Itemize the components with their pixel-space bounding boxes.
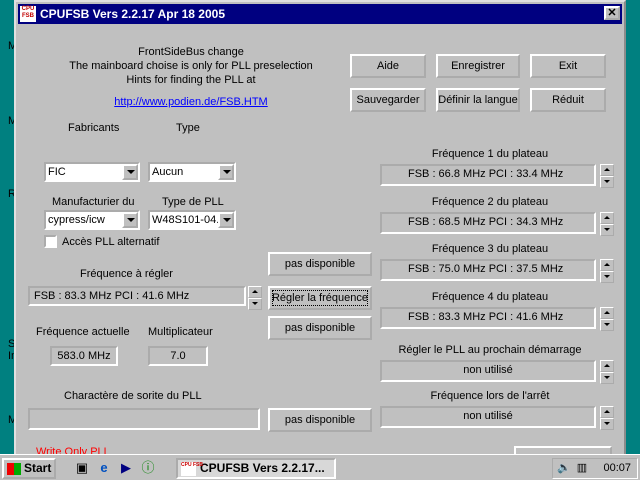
sauvegarder-button[interactable]: Sauvegarder: [350, 88, 426, 112]
type-value: Aucun: [152, 166, 184, 178]
close-button[interactable]: ✕: [604, 6, 620, 20]
system-tray: 🔈 ▥ 00:07: [552, 458, 638, 479]
intro-line-2: The mainboard choise is only for PLL pre…: [69, 60, 313, 72]
plateau2-display: FSB : 68.5 MHz PCI : 34.3 MHz: [380, 212, 596, 234]
fabricant-value: FIC: [48, 166, 66, 178]
title-bar[interactable]: CPU FSB CPUFSB Vers 2.2.17 Apr 18 2005 ✕: [18, 4, 622, 24]
spin-up-icon[interactable]: [600, 212, 614, 224]
intro-line-3: Hints for finding the PLL at: [126, 74, 256, 86]
freq-actuelle-display: 583.0 MHz: [50, 346, 118, 366]
plateau2-label: Fréquence 2 du plateau: [431, 196, 549, 208]
plateau1-display: FSB : 66.8 MHz PCI : 33.4 MHz: [380, 164, 596, 186]
arret-label: Fréquence lors de l'arrêt: [430, 390, 550, 402]
volume-icon[interactable]: 🔈: [557, 461, 571, 475]
show-desktop-icon[interactable]: ▣: [74, 460, 90, 476]
pll-hints-link[interactable]: http://www.podien.de/FSB.HTM: [46, 96, 336, 108]
media-player-icon[interactable]: ▶: [118, 460, 134, 476]
reduit-button[interactable]: Réduit: [530, 88, 606, 112]
start-button[interactable]: Start: [2, 458, 56, 479]
pas-disponible-button-1[interactable]: pas disponible: [268, 252, 372, 276]
network-icon[interactable]: ▥: [575, 461, 589, 475]
acces-pll-label: Accès PLL alternatif: [62, 236, 160, 248]
prochain-demarrage-spinner[interactable]: [600, 360, 614, 384]
type-pll-label: Type de PLL: [162, 196, 224, 208]
plateau3-spinner[interactable]: [600, 259, 614, 283]
spin-up-icon[interactable]: [600, 360, 614, 372]
spin-up-icon[interactable]: [600, 406, 614, 418]
spin-up-icon[interactable]: [600, 259, 614, 271]
plateau4-display: FSB : 83.3 MHz PCI : 41.6 MHz: [380, 307, 596, 329]
charactere-label: Charactère de sorite du PLL: [64, 390, 202, 402]
spin-up-icon[interactable]: [600, 307, 614, 319]
regler-frequence-button[interactable]: Régler la fréquence: [268, 286, 372, 310]
chevron-down-icon[interactable]: [122, 164, 138, 180]
cpufsb-window: CPU FSB CPUFSB Vers 2.2.17 Apr 18 2005 ✕…: [14, 0, 626, 456]
freq-regler-display: FSB : 83.3 MHz PCI : 41.6 MHz: [28, 286, 246, 306]
plateau2-spinner[interactable]: [600, 212, 614, 236]
intro-line-1: FrontSideBus change: [138, 46, 244, 58]
spin-up-icon[interactable]: [600, 164, 614, 176]
manufacturier-select[interactable]: cypress/icw: [44, 210, 140, 230]
internet-explorer-icon[interactable]: e: [96, 460, 112, 476]
chevron-down-icon[interactable]: [218, 212, 234, 228]
windows-logo-icon: [7, 463, 21, 475]
pas-disponible-button-2[interactable]: pas disponible: [268, 316, 372, 340]
exit-button[interactable]: Exit: [530, 54, 606, 78]
taskbar: Start ▣ e ▶ ⓘ CPU FSB CPUFSB Vers 2.2.17…: [0, 454, 640, 480]
spin-down-icon[interactable]: [600, 176, 614, 188]
plateau1-label: Fréquence 1 du plateau: [431, 148, 549, 160]
app-icon: CPU FSB: [20, 6, 36, 22]
chevron-down-icon[interactable]: [122, 212, 138, 228]
spin-down-icon[interactable]: [248, 298, 262, 310]
spin-down-icon[interactable]: [600, 224, 614, 236]
start-label: Start: [24, 461, 52, 475]
info-icon[interactable]: ⓘ: [140, 460, 156, 476]
spin-up-icon[interactable]: [248, 286, 262, 298]
window-title: CPUFSB Vers 2.2.17 Apr 18 2005: [40, 7, 225, 21]
plateau4-label: Fréquence 4 du plateau: [431, 291, 549, 303]
freq-regler-label: Fréquence à régler: [80, 268, 173, 280]
fabricants-label: Fabricants: [68, 122, 120, 134]
spin-down-icon[interactable]: [600, 271, 614, 283]
enregistrer-button[interactable]: Enregistrer: [436, 54, 520, 78]
pas-disponible-button-3[interactable]: pas disponible: [268, 408, 372, 432]
chevron-down-icon[interactable]: [218, 164, 234, 180]
clock[interactable]: 00:07: [603, 462, 631, 474]
type-pll-select[interactable]: W48S101-04..: [148, 210, 236, 230]
arret-display: non utilisé: [380, 406, 596, 428]
spin-down-icon[interactable]: [600, 372, 614, 384]
spin-down-icon[interactable]: [600, 418, 614, 430]
spin-down-icon[interactable]: [600, 319, 614, 331]
aide-button[interactable]: Aide: [350, 54, 426, 78]
prochain-demarrage-label: Régler le PLL au prochain démarrage: [398, 344, 582, 356]
manufacturier-label: Manufacturier du: [52, 196, 135, 208]
cpufsb-task-icon: CPU FSB: [181, 462, 203, 476]
type-pll-value: W48S101-04..: [152, 214, 223, 226]
freq-regler-spinner[interactable]: [248, 286, 262, 310]
acces-pll-checkbox[interactable]: [44, 235, 57, 248]
charactere-display: [28, 408, 260, 430]
prochain-demarrage-display: non utilisé: [380, 360, 596, 382]
task-button-label: CPUFSB Vers 2.2.17...: [200, 461, 325, 475]
type-select[interactable]: Aucun: [148, 162, 236, 182]
arret-spinner[interactable]: [600, 406, 614, 430]
task-button-cpufsb[interactable]: CPU FSB CPUFSB Vers 2.2.17...: [176, 458, 336, 479]
plateau3-label: Fréquence 3 du plateau: [431, 243, 549, 255]
multiplicateur-display: 7.0: [148, 346, 208, 366]
type-label: Type: [176, 122, 200, 134]
manufacturier-value: cypress/icw: [48, 214, 105, 226]
plateau1-spinner[interactable]: [600, 164, 614, 188]
freq-actuelle-label: Fréquence actuelle: [36, 326, 130, 338]
multiplicateur-label: Multiplicateur: [148, 326, 213, 338]
definir-langue-button[interactable]: Définir la langue: [436, 88, 520, 112]
fabricant-select[interactable]: FIC: [44, 162, 140, 182]
plateau4-spinner[interactable]: [600, 307, 614, 331]
plateau3-display: FSB : 75.0 MHz PCI : 37.5 MHz: [380, 259, 596, 281]
